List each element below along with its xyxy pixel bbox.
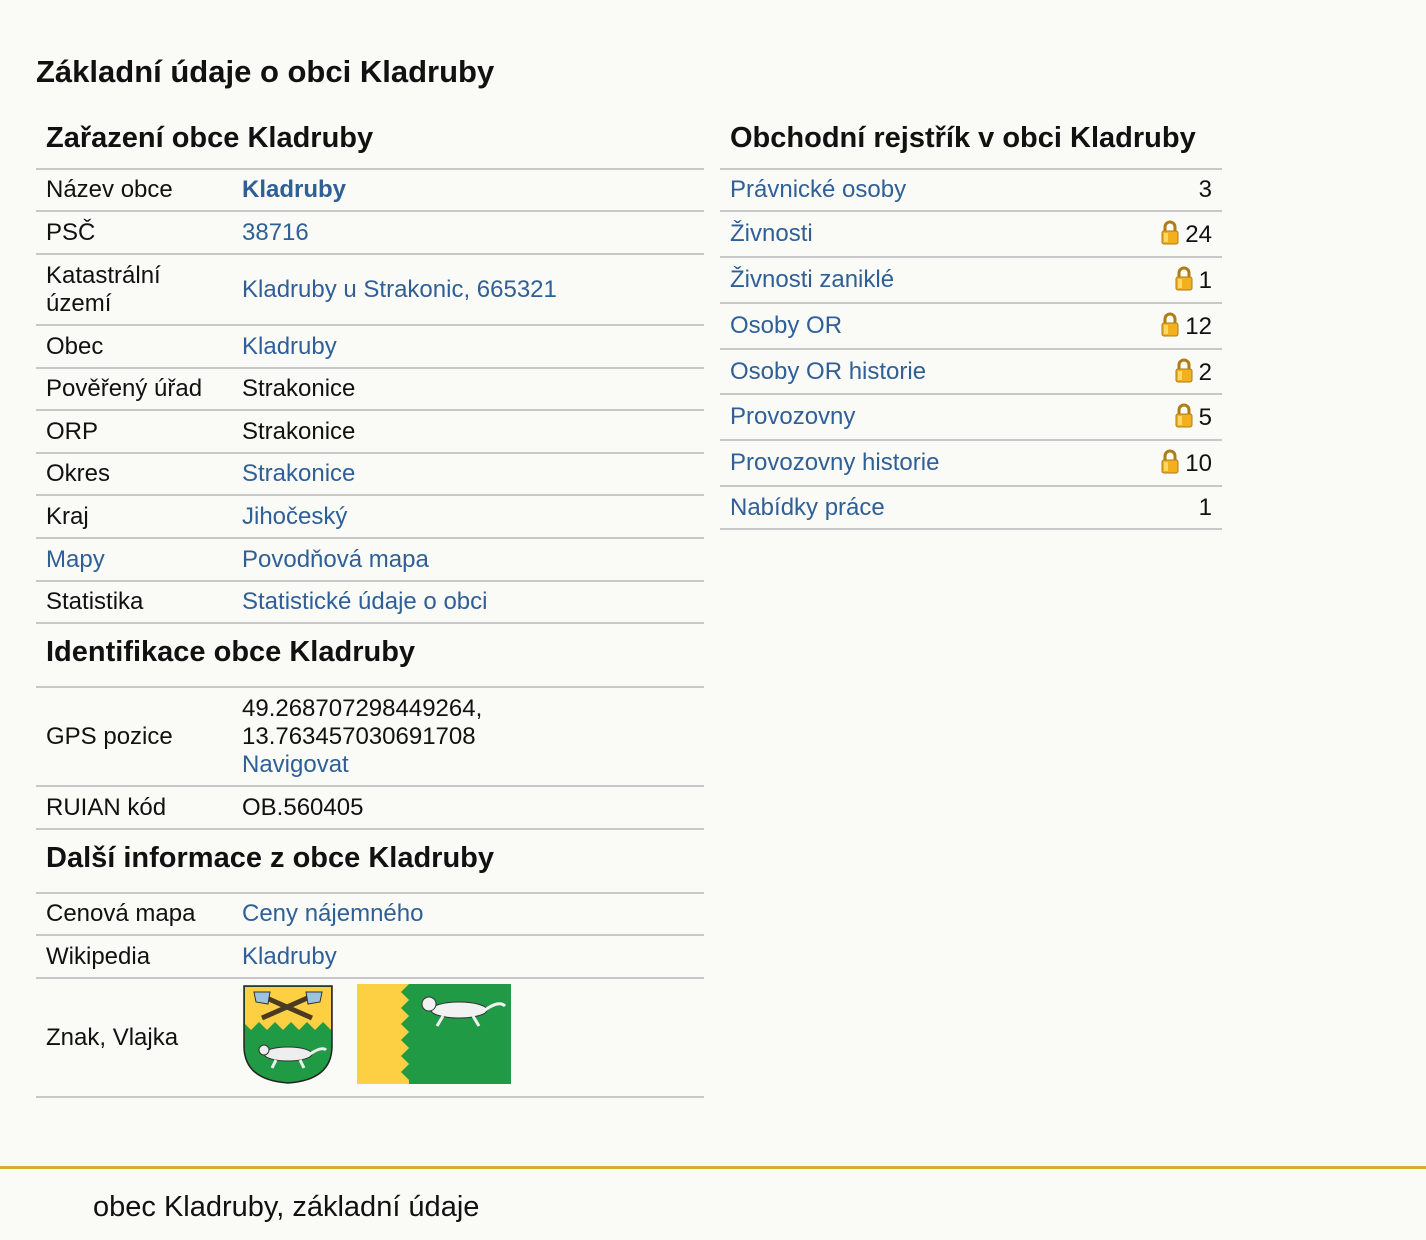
navigate-link[interactable]: Navigovat [242,751,349,778]
right-column: Obchodní rejstřík v obci Kladruby Právni… [720,112,1222,530]
lock-icon [1161,312,1179,337]
povereny-urad-value: Strakonice [232,367,704,410]
coat-of-arms-image[interactable] [242,984,334,1084]
section-title-rejstrik: Obchodní rejstřík v obci Kladruby [730,122,1196,154]
rejstrik-link[interactable]: Právnické osoby [730,176,906,203]
rejstrik-link[interactable]: Živnosti [730,220,813,247]
rejstrik-count: 3 [1198,176,1212,203]
rejstrik-count: 5 [1198,404,1212,431]
table-row: Mapy Povodňová mapa [36,537,704,581]
psc-link[interactable]: 38716 [242,219,309,246]
row-label: ORP [36,409,232,453]
table-row: Nabídky práce 1 [720,485,1222,530]
row-label: Obec [36,324,232,368]
table-row: ORP Strakonice [36,409,704,453]
dalsi-table: Cenová mapa Ceny nájemného Wikipedia Kla… [36,892,704,1098]
table-row: Znak, Vlajka [36,977,704,1098]
table-row: RUIAN kód OB.560405 [36,785,704,830]
gps-lat: 49.268707298449264, [242,694,483,722]
table-row: Provozovny historie 10 [720,439,1222,486]
row-label: Název obce [36,168,232,211]
table-row: Právnické osoby 3 [720,168,1222,211]
table-row: PSČ 38716 [36,210,704,254]
table-row: GPS pozice 49.268707298449264, 13.763457… [36,686,704,786]
lock-icon [1175,266,1193,291]
gps-lon: 13.763457030691708 [242,722,476,750]
section-title-dalsi: Další informace z obce Kladruby [46,842,495,874]
table-row: Osoby OR 12 [720,302,1222,349]
rejstrik-count: 10 [1185,450,1212,477]
rejstrik-link[interactable]: Provozovny [730,403,855,430]
ceny-najemneho-link[interactable]: Ceny nájemného [242,900,423,927]
rejstrik-link[interactable]: Osoby OR historie [730,358,926,385]
rejstrik-count: 24 [1185,221,1212,248]
row-label: Kraj [36,494,232,538]
rejstrik-link[interactable]: Osoby OR [730,312,842,339]
table-row: Cenová mapa Ceny nájemného [36,892,704,935]
katastr-link[interactable]: Kladruby u Strakonic, 665321 [242,276,557,303]
table-row: Pověřený úřad Strakonice [36,367,704,410]
footer-text: obec Kladruby, základní údaje [93,1191,480,1223]
table-row: Wikipedia Kladruby [36,934,704,978]
table-row: Živnosti zaniklé 1 [720,256,1222,303]
left-column: Zařazení obce Kladruby Název obce Kladru… [36,112,704,1098]
lock-icon [1161,449,1179,474]
row-label: Statistika [36,580,232,624]
obec-name-link[interactable]: Kladruby [242,176,346,203]
table-row: Kraj Jihočeský [36,494,704,538]
row-label: Okres [36,452,232,495]
table-row: Osoby OR historie 2 [720,348,1222,394]
page-title: Základní údaje o obci Kladruby [36,54,495,89]
lock-icon [1175,358,1193,382]
rejstrik-table: Právnické osoby 3 Živnosti 24 Živnosti zanik… [720,168,1222,530]
rejstrik-count: 1 [1198,493,1212,521]
ruian-label: RUIAN kód [36,785,232,830]
table-row: Okres Strakonice [36,452,704,495]
okres-link[interactable]: Strakonice [242,460,355,487]
row-label: Katastrální území [36,253,232,325]
znak-vlajka-label: Znak, Vlajka [36,977,232,1098]
rejstrik-count: 1 [1198,267,1212,294]
kraj-link[interactable]: Jihočeský [242,503,347,530]
wikipedia-link[interactable]: Kladruby [242,943,337,970]
table-row: Obec Kladruby [36,324,704,368]
rejstrik-link[interactable]: Nabídky práce [730,494,885,521]
rejstrik-count: 12 [1185,313,1212,340]
section-title-identifikace: Identifikace obce Kladruby [46,636,416,668]
cenova-mapa-label: Cenová mapa [36,892,232,935]
rejstrik-link[interactable]: Živnosti zaniklé [730,266,894,293]
povodnova-mapa-link[interactable]: Povodňová mapa [242,546,429,573]
rejstrik-link[interactable]: Provozovny historie [730,449,939,476]
table-row: Statistika Statistické údaje o obci [36,580,704,624]
lock-icon [1175,403,1193,428]
footer-divider [0,1166,1426,1169]
table-row: Živnosti 24 [720,210,1222,257]
table-row: Katastrální území Kladruby u Strakonic, … [36,253,704,325]
wikipedia-label: Wikipedia [36,934,232,978]
row-label: PSČ [36,210,232,254]
statistika-link[interactable]: Statistické údaje o obci [242,588,487,615]
row-label: Pověřený úřad [36,367,232,410]
lock-icon [1161,220,1179,245]
mapy-link[interactable]: Mapy [46,546,105,573]
obec-link[interactable]: Kladruby [242,333,337,360]
orp-value: Strakonice [232,409,704,453]
section-title-zarazeni: Zařazení obce Kladruby [46,122,374,154]
identifikace-table: GPS pozice 49.268707298449264, 13.763457… [36,686,704,830]
ruian-value: OB.560405 [232,785,704,830]
flag-image[interactable] [356,983,511,1084]
table-row: Provozovny 5 [720,393,1222,440]
rejstrik-count: 2 [1198,358,1212,386]
zarazeni-table: Název obce Kladruby PSČ 38716 Katastráln… [36,168,704,624]
gps-label: GPS pozice [36,686,232,786]
table-row: Název obce Kladruby [36,168,704,211]
